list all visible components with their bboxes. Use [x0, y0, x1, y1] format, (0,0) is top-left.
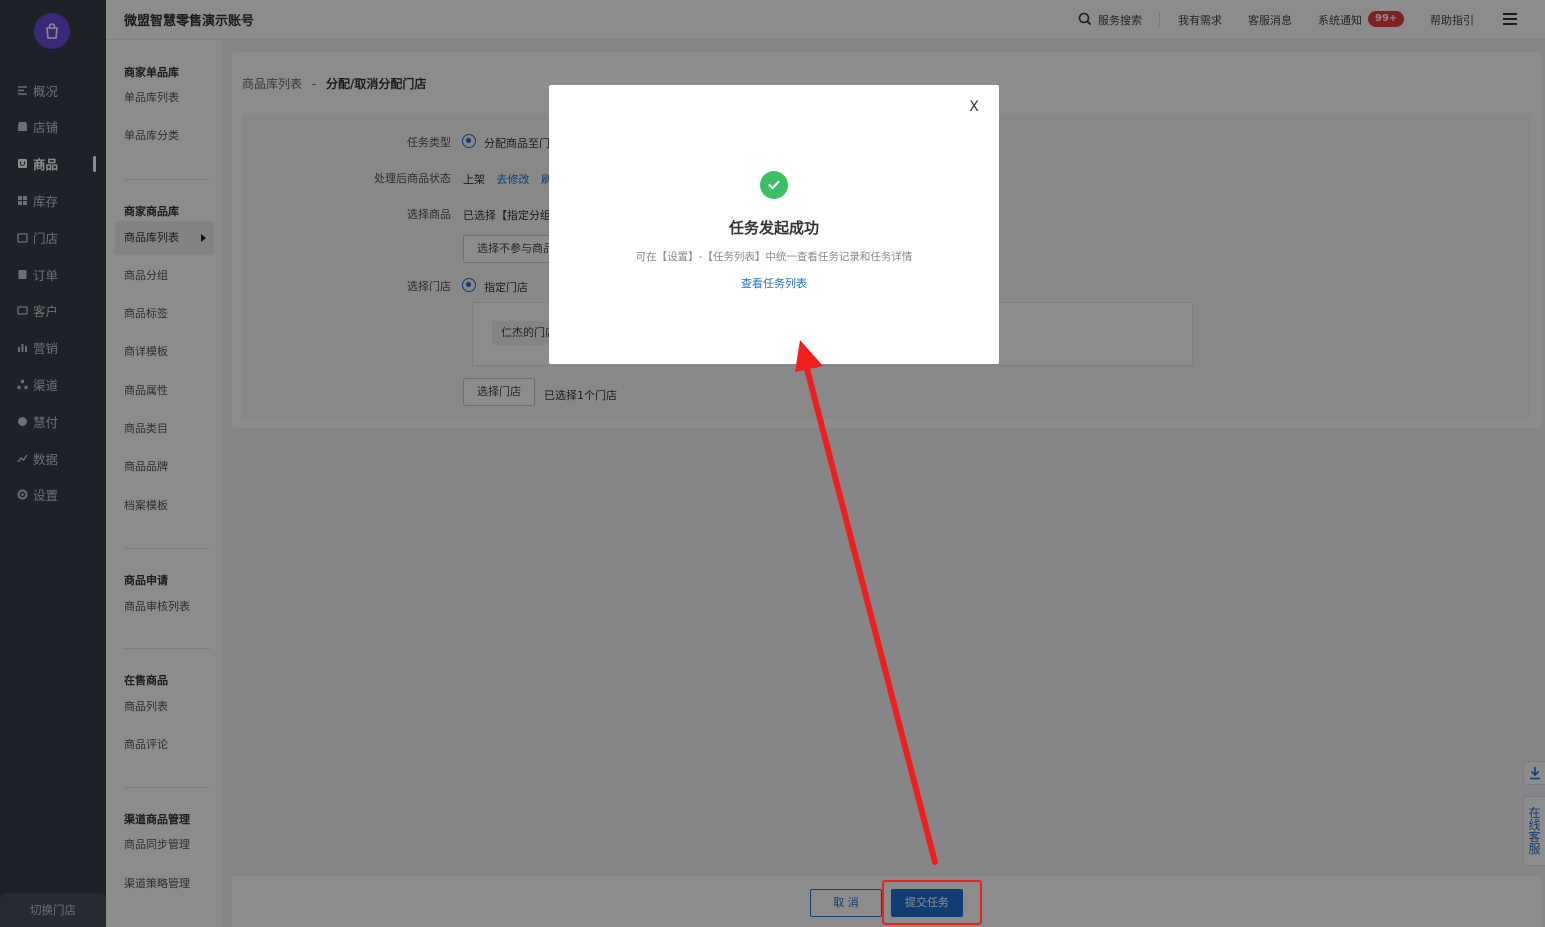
dialog-title: 任务发起成功: [728, 219, 819, 237]
success-dialog: X 任务发起成功 可在【设置】-【任务列表】中统一查看任务记录和任务详情 查看任…: [549, 85, 999, 364]
view-task-list-link[interactable]: 查看任务列表: [549, 275, 999, 291]
close-icon[interactable]: X: [967, 100, 981, 114]
dialog-description: 可在【设置】-【任务列表】中统一查看任务记录和任务详情: [635, 251, 913, 263]
highlight-box: [882, 880, 982, 925]
success-check-icon: [760, 171, 788, 199]
